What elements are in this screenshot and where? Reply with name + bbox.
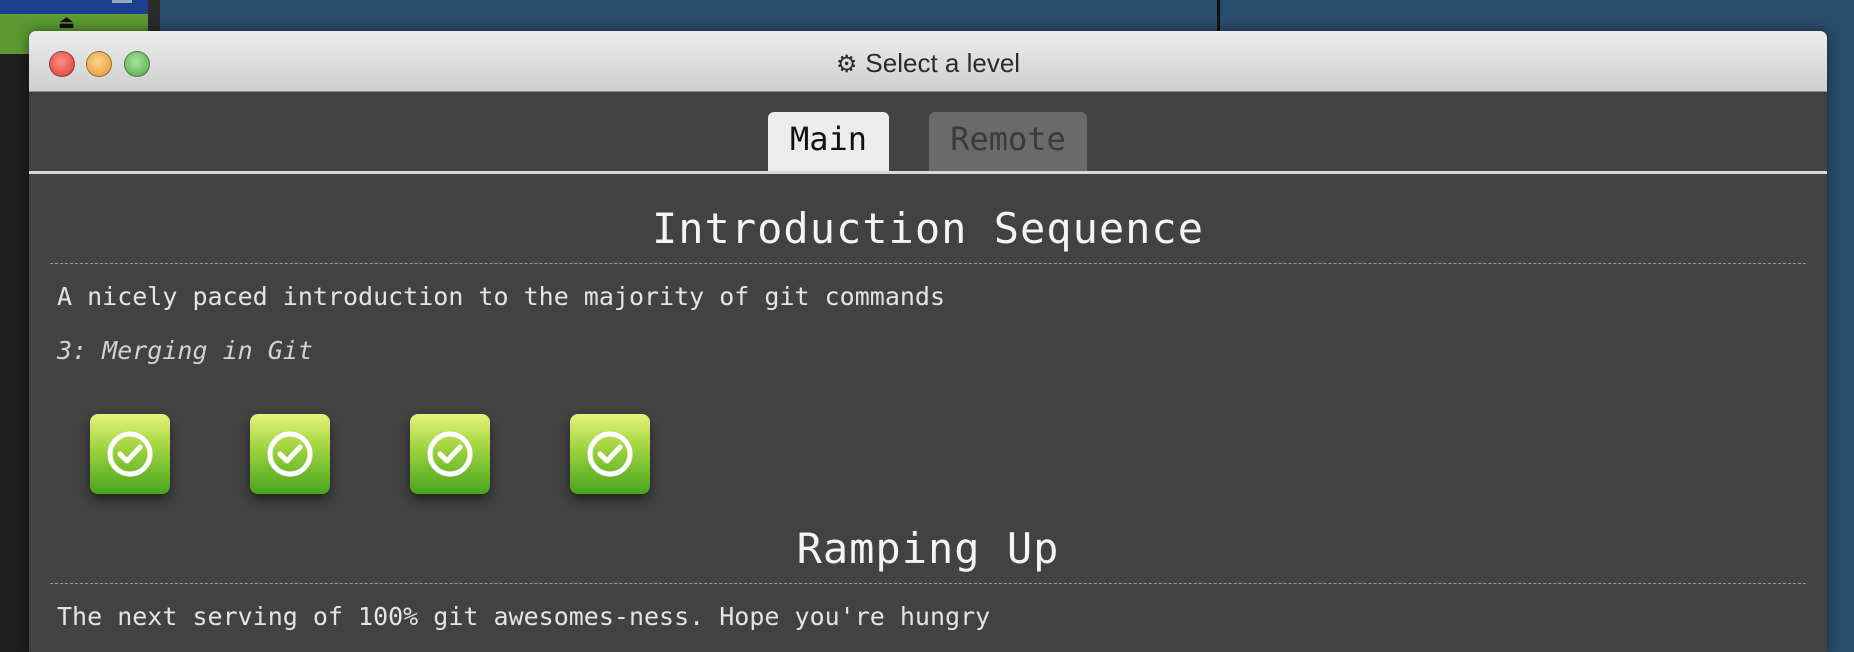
check-circle-icon [427, 431, 473, 477]
sequence-description: A nicely paced introduction to the major… [57, 282, 946, 311]
check-circle-icon [267, 431, 313, 477]
exit-icon: ⏏ [58, 12, 76, 33]
sequence-divider [50, 583, 1806, 584]
level-button-4[interactable] [570, 414, 650, 494]
tab-main[interactable]: Main [768, 112, 889, 173]
background-app-button [112, 0, 132, 3]
check-circle-icon [107, 431, 153, 477]
level-button-2[interactable] [250, 414, 330, 494]
level-select-window: ⚙ Select a level Main Remote Introduction… [29, 31, 1827, 652]
sequence-description: The next serving of 100% git awesomes-ne… [57, 602, 991, 631]
sequence-title: Introduction Sequence [651, 204, 1204, 253]
background-divider [1217, 0, 1220, 32]
level-button-1[interactable] [90, 414, 170, 494]
tab-divider [29, 171, 1827, 174]
window-title: ⚙ Select a level [29, 48, 1827, 79]
sequence-divider [50, 263, 1806, 264]
gear-icon: ⚙ [835, 50, 858, 78]
window-titlebar[interactable]: ⚙ Select a level [29, 31, 1827, 92]
sequence-title: Ramping Up [796, 524, 1060, 573]
check-circle-icon [587, 431, 633, 477]
window-title-text: Select a level [865, 48, 1021, 78]
level-button-3[interactable] [410, 414, 490, 494]
tab-remote[interactable]: Remote [929, 112, 1087, 173]
current-level-label: 3: Merging in Git [57, 336, 313, 365]
